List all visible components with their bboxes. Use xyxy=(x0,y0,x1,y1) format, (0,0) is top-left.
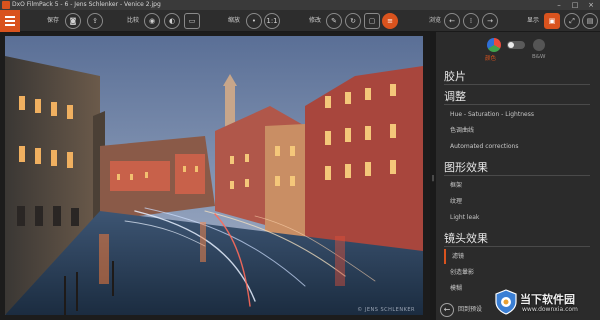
item-creative-vignette[interactable]: 创造暈影 xyxy=(444,265,594,280)
toolbar: 保存 ◙ ⇪ 比较 ◉ ◐ ▭ 缩放 • 1:1 修改 ✎ ↻ ▢ ≡ 浏览 ←… xyxy=(0,10,600,32)
section-divider xyxy=(444,175,590,176)
splitter-grip-icon: ‖ xyxy=(431,175,435,182)
crop-button[interactable]: ▢ xyxy=(364,13,380,29)
site-name: 当下软件园 xyxy=(520,293,575,306)
grid-icon: ⁞ xyxy=(469,17,473,25)
color-bw-toggle[interactable] xyxy=(507,41,525,49)
menu-icon xyxy=(5,16,15,18)
side-by-side-icon: ▭ xyxy=(188,17,196,25)
compare-side-button[interactable]: ▭ xyxy=(184,13,200,29)
venice-photo xyxy=(5,36,423,315)
back-to-presets-label[interactable]: 回到预设 xyxy=(458,303,482,317)
item-tone-curve[interactable]: 色调曲线 xyxy=(444,123,594,138)
zoom-fit-button[interactable]: • xyxy=(246,13,262,29)
browse-label: 浏览 xyxy=(429,17,442,24)
section-divider xyxy=(444,84,590,85)
item-light-leak[interactable]: Light leak xyxy=(444,210,594,225)
window-title: DxO FilmPack 5 - 6 - Jens Schlenker - Ve… xyxy=(12,1,161,8)
browse-grid-button[interactable]: ⁞ xyxy=(463,13,479,29)
display-dual-button[interactable]: ▤ xyxy=(582,13,598,29)
compare-label: 比较 xyxy=(127,17,140,24)
eye-icon: ◉ xyxy=(148,17,156,25)
display-label: 显示 xyxy=(527,17,540,24)
back-to-presets-button[interactable]: ← xyxy=(440,303,454,317)
item-automated-corrections[interactable]: Automated corrections xyxy=(444,139,594,154)
toggle-knob xyxy=(508,42,514,48)
monitor-icon: ▣ xyxy=(548,17,556,25)
split-view-icon: ◐ xyxy=(168,17,176,25)
filmpack-window: DxO FilmPack 5 - 6 - Jens Schlenker - Ve… xyxy=(0,0,600,320)
section-film[interactable]: 胶片 xyxy=(444,68,596,84)
bw-mode-icon[interactable] xyxy=(533,39,545,51)
photo-preview: © JENS SCHLENKER xyxy=(5,36,423,315)
export-icon: ⇪ xyxy=(92,17,98,25)
section-adjustments[interactable]: 调整 xyxy=(444,88,596,104)
section-lens-effects[interactable]: 镜头效果 xyxy=(444,230,596,246)
compare-split-button[interactable]: ◐ xyxy=(164,13,180,29)
color-mode-label: 颜色 xyxy=(485,56,497,62)
adjustments-button[interactable]: ≡ xyxy=(382,13,398,29)
section-divider xyxy=(444,246,590,247)
close-button[interactable]: × xyxy=(584,0,598,10)
save-label: 保存 xyxy=(47,17,60,24)
corrections-panel: 颜色 B&W 胶片 调整 Hue - Saturation - Lightnes… xyxy=(436,32,600,320)
app-logo-icon xyxy=(2,1,10,9)
undo-button[interactable]: ✎ xyxy=(326,13,342,29)
maximize-button[interactable]: □ xyxy=(568,0,582,10)
fit-icon: • xyxy=(251,17,257,25)
rotate-icon: ↻ xyxy=(350,17,356,25)
dual-monitor-icon: ▤ xyxy=(586,17,594,25)
color-mode-switch: 颜色 B&W xyxy=(436,32,600,66)
section-graphic-effects[interactable]: 图形效果 xyxy=(444,159,596,175)
zoom-label: 缩放 xyxy=(228,17,241,24)
arrow-left-icon: ← xyxy=(443,305,451,314)
color-mode-icon[interactable] xyxy=(487,38,501,52)
browse-previous-button[interactable]: ← xyxy=(444,13,460,29)
camera-icon: ◙ xyxy=(69,17,77,25)
save-preset-button[interactable]: ⇪ xyxy=(87,13,103,29)
section-divider xyxy=(444,104,590,105)
photo-watermark: © JENS SCHLENKER xyxy=(357,307,415,313)
crop-icon: ▢ xyxy=(368,17,376,25)
display-single-button[interactable]: ▣ xyxy=(544,13,560,29)
rotate-button[interactable]: ↻ xyxy=(345,13,361,29)
title-bar: DxO FilmPack 5 - 6 - Jens Schlenker - Ve… xyxy=(0,0,600,10)
shield-logo-icon xyxy=(495,289,517,315)
zoom-100-button[interactable]: 1:1 xyxy=(264,13,280,29)
compare-original-button[interactable]: ◉ xyxy=(144,13,160,29)
item-hsl[interactable]: Hue - Saturation - Lightness xyxy=(444,107,594,122)
item-frame[interactable]: 框架 xyxy=(444,178,594,193)
browse-next-button[interactable]: → xyxy=(482,13,498,29)
site-watermark: 当下软件园 www.downxia.com xyxy=(494,288,598,318)
item-texture[interactable]: 纹理 xyxy=(444,194,594,209)
image-viewer[interactable]: © JENS SCHLENKER xyxy=(0,32,430,320)
arrow-right-icon: → xyxy=(487,17,493,25)
item-filter[interactable]: 滤镜 xyxy=(444,249,594,264)
display-fullscreen-button[interactable]: ⤢ xyxy=(564,13,580,29)
sliders-icon: ≡ xyxy=(387,17,393,25)
edit-label: 修改 xyxy=(309,17,322,24)
bw-mode-label: B&W xyxy=(532,54,546,60)
fullscreen-icon: ⤢ xyxy=(569,17,575,25)
site-url: www.downxia.com xyxy=(522,306,578,313)
minimize-button[interactable]: – xyxy=(552,0,566,10)
save-image-button[interactable]: ◙ xyxy=(65,13,81,29)
menu-button[interactable] xyxy=(0,10,20,32)
arrow-left-icon: ← xyxy=(449,17,455,25)
brush-icon: ✎ xyxy=(331,17,337,25)
